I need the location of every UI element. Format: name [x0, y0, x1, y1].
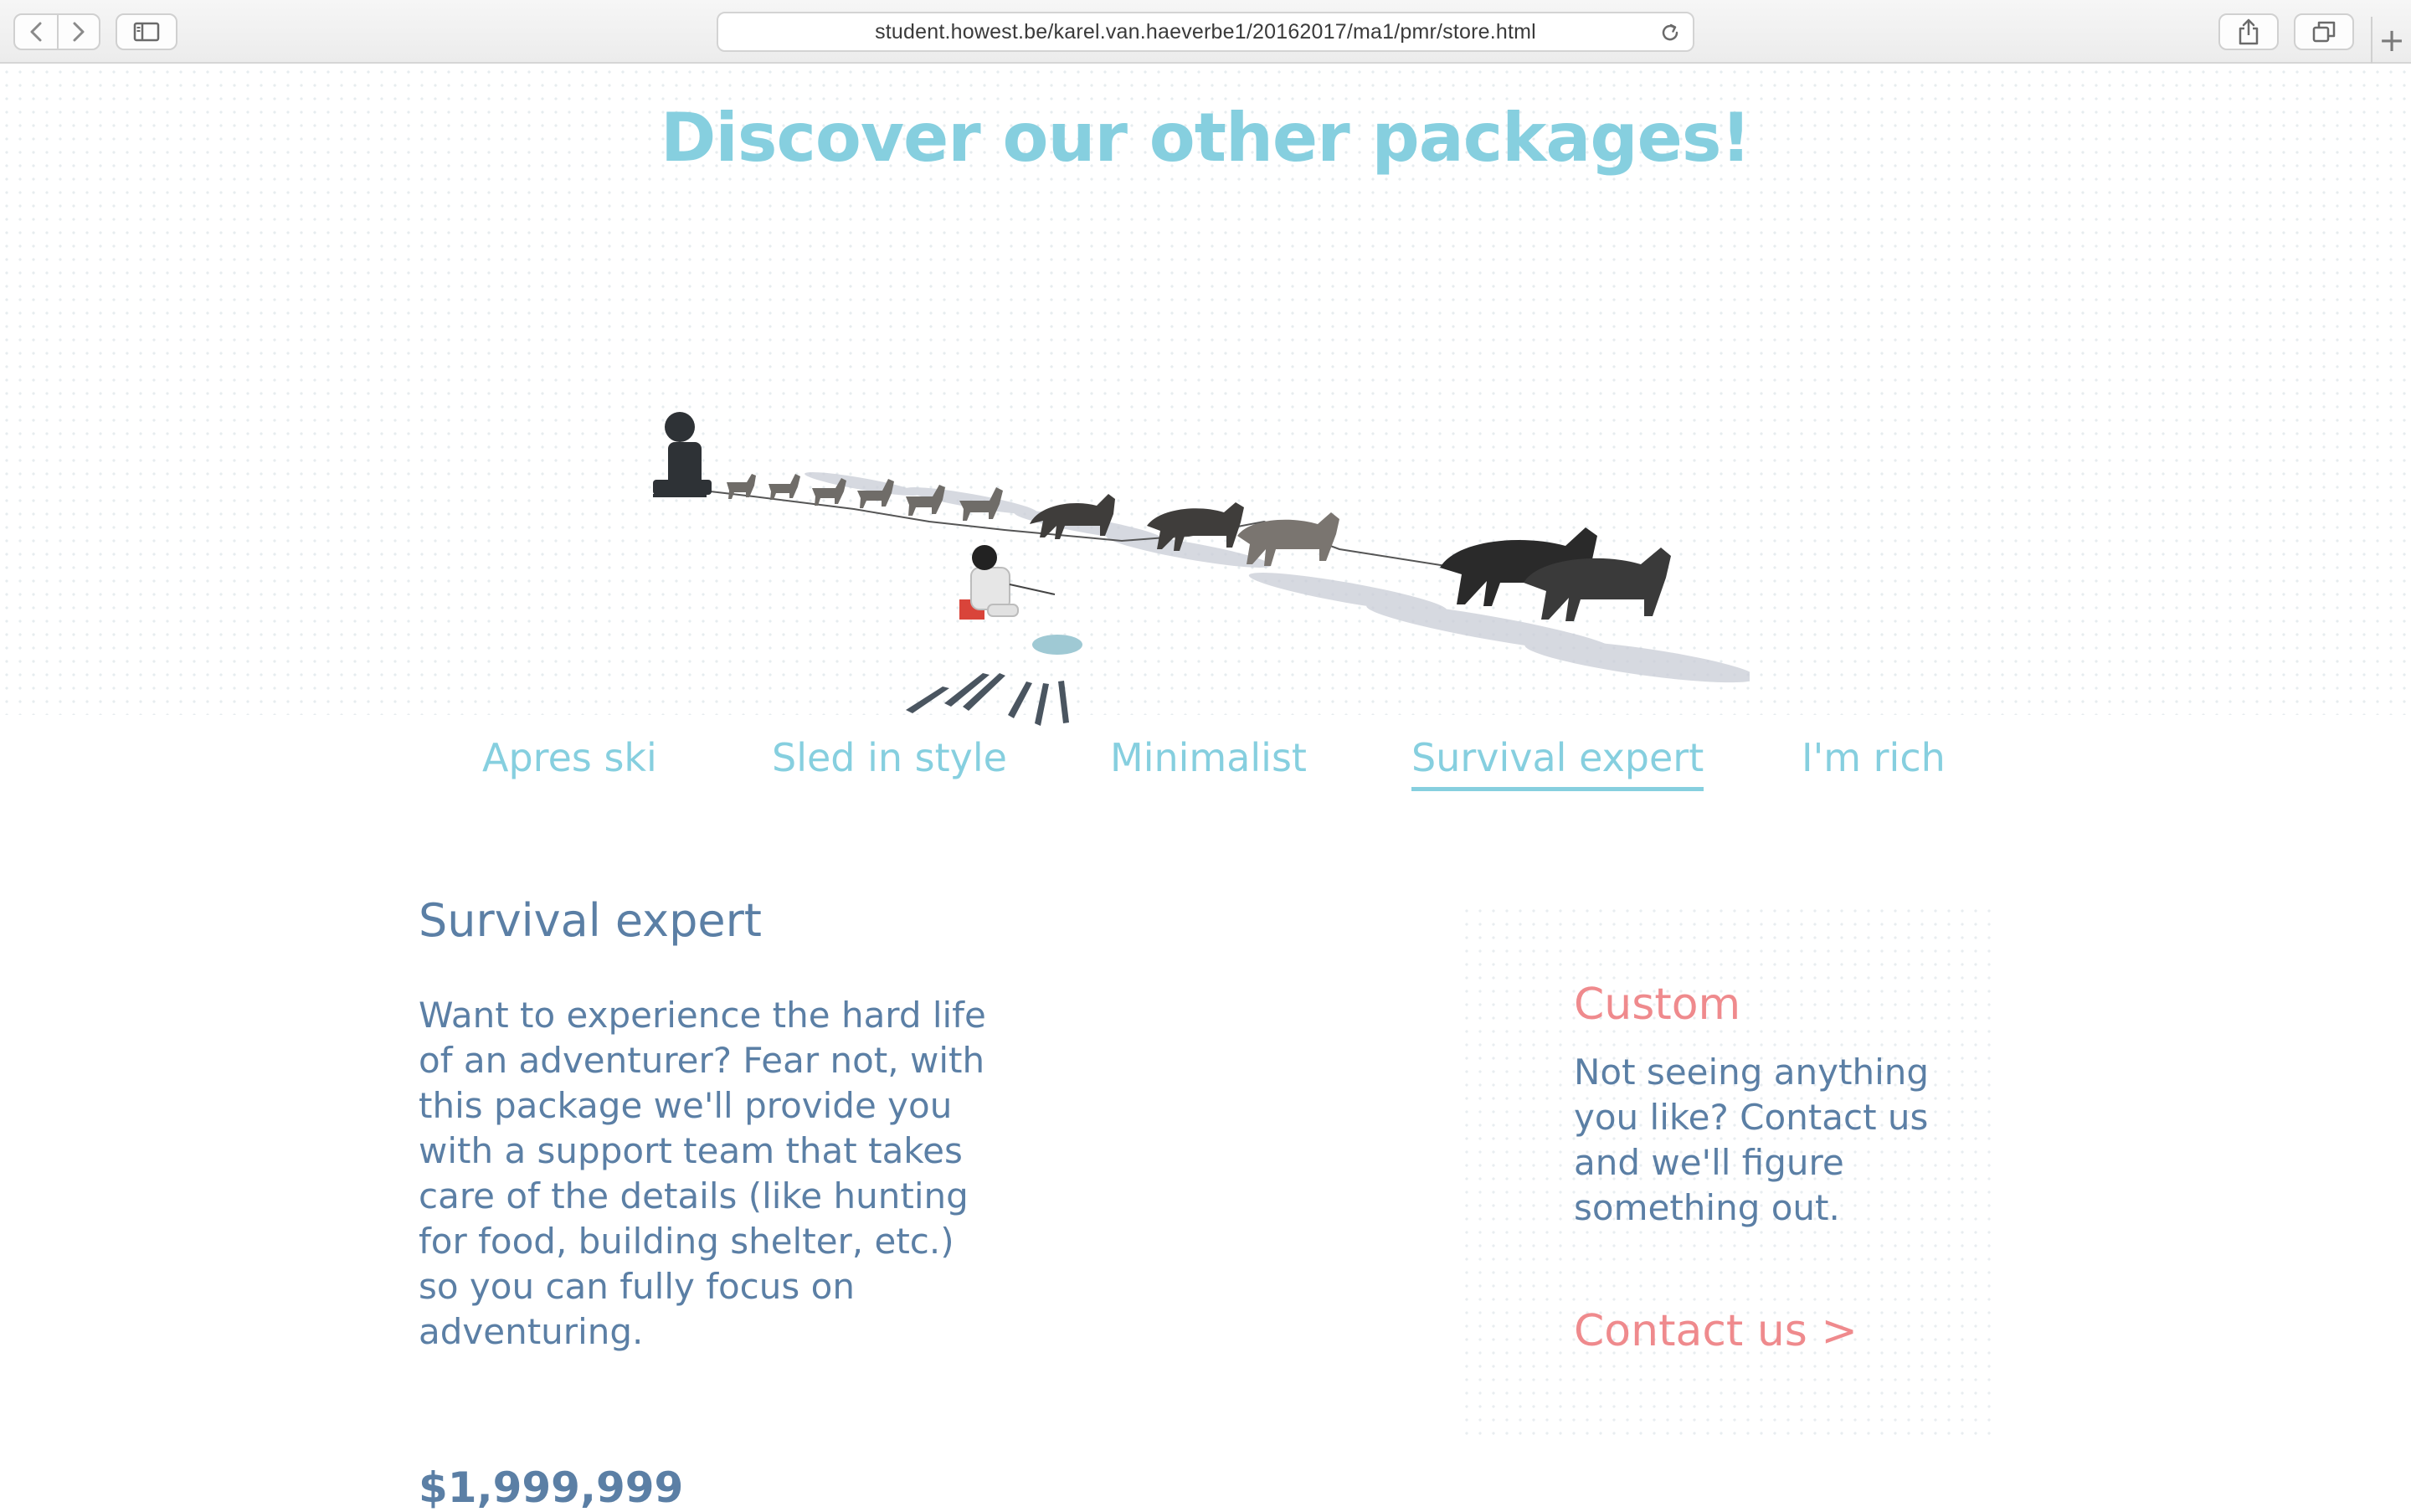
new-tab-button[interactable]: +	[2371, 17, 2411, 64]
sled-dogs-illustration	[653, 412, 1750, 726]
package-description: Want to experience the hard life of an a…	[419, 995, 986, 1352]
share-icon	[2239, 18, 2259, 45]
address-bar[interactable]: student.howest.be/karel.van.haeverbe1/20…	[717, 12, 1694, 52]
sidebar-icon	[133, 22, 160, 42]
url-text: student.howest.be/karel.van.haeverbe1/20…	[875, 19, 1536, 44]
back-arrow-icon	[30, 22, 42, 42]
sidebar-button[interactable]	[116, 13, 177, 50]
tab-minimalist[interactable]: Minimalist	[1110, 735, 1307, 787]
forward-button[interactable]	[57, 15, 99, 49]
forward-arrow-icon	[73, 22, 85, 42]
package-tabs: Apres ski Sled in style Minimalist Survi…	[0, 735, 2411, 802]
tab-apres-ski[interactable]: Apres ski	[482, 735, 657, 787]
tab-sled-in-style[interactable]: Sled in style	[772, 735, 1007, 787]
custom-title: Custom	[1574, 980, 1741, 1030]
tab-survival-expert[interactable]: Survival expert	[1411, 735, 1704, 791]
page-title: Discover our other packages!	[661, 99, 1751, 177]
hero-section: Discover our other packages!	[0, 65, 2411, 726]
store-page: Discover our other packages! Apres ski S…	[0, 65, 2411, 1512]
back-button[interactable]	[15, 15, 57, 49]
contact-us-link[interactable]: Contact us >	[1574, 1306, 1858, 1356]
tabs-overview-button[interactable]	[2294, 13, 2354, 50]
package-title: Survival expert	[419, 894, 762, 947]
tab-im-rich[interactable]: I'm rich	[1802, 735, 1946, 787]
reload-icon[interactable]	[1659, 22, 1681, 47]
plus-icon: +	[2378, 22, 2405, 59]
package-price: $1,999,999	[419, 1463, 684, 1512]
history-navigation	[13, 13, 100, 50]
tabs-icon	[2312, 21, 2336, 43]
custom-package-card: Custom Not seeing anything you like? Con…	[1460, 904, 1992, 1440]
custom-text: Not seeing anything you like? Contact us…	[1574, 1052, 1930, 1228]
share-button[interactable]	[2218, 13, 2279, 50]
browser-toolbar: student.howest.be/karel.van.haeverbe1/20…	[0, 0, 2411, 64]
